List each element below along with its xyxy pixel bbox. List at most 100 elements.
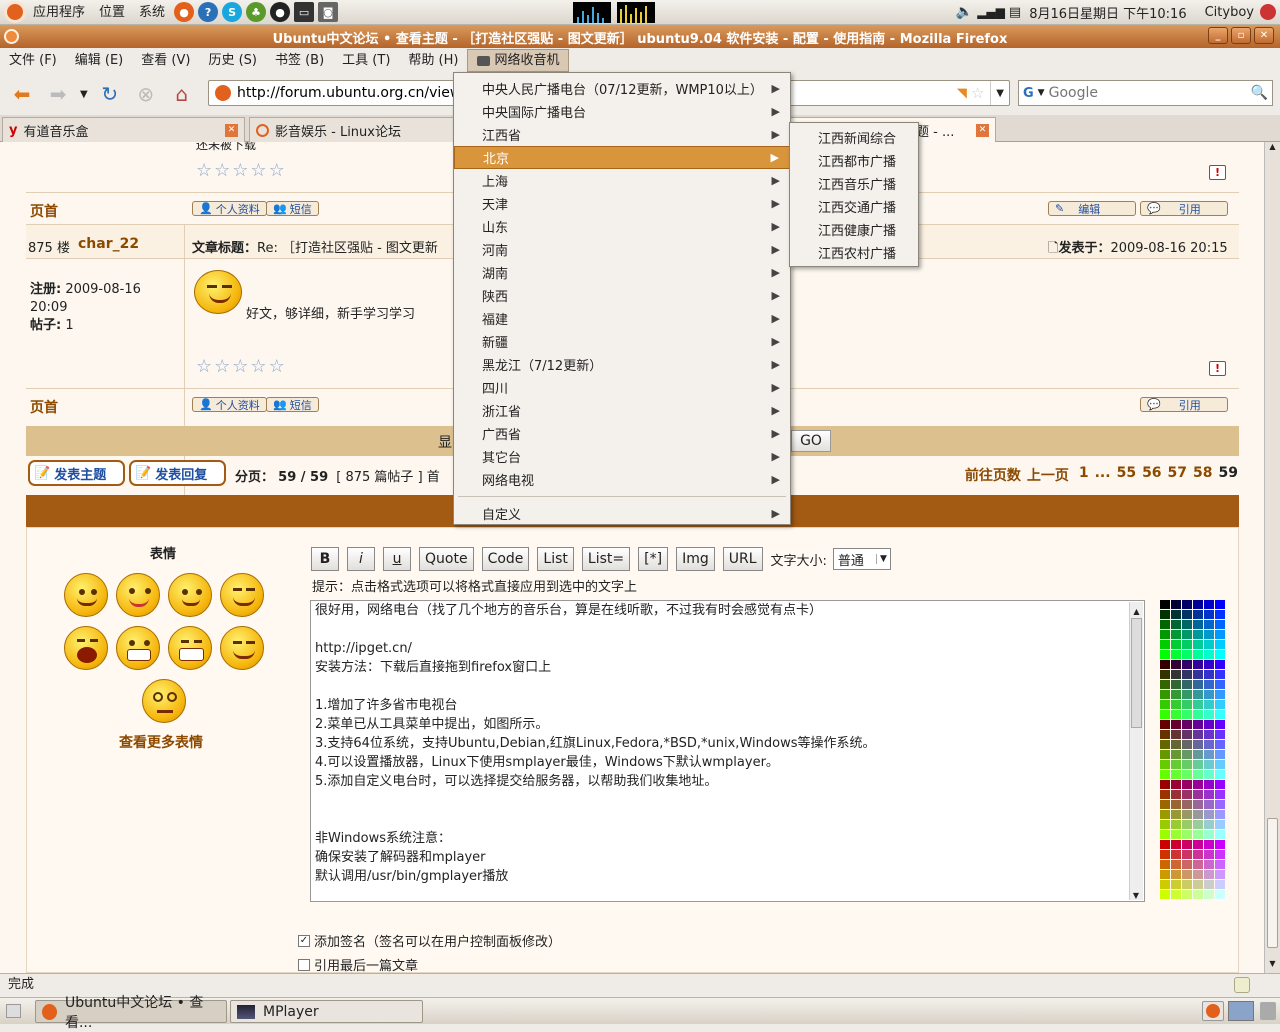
color-swatch[interactable] bbox=[1160, 660, 1170, 669]
radio-menu-item[interactable]: 湖南 ▶ bbox=[454, 261, 790, 284]
color-swatch[interactable] bbox=[1204, 650, 1214, 659]
color-swatch[interactable] bbox=[1171, 600, 1181, 609]
submenu-station-item[interactable]: 江西音乐广播 bbox=[790, 172, 918, 195]
color-swatch[interactable] bbox=[1160, 800, 1170, 809]
color-swatch[interactable] bbox=[1160, 780, 1170, 789]
report-icon[interactable]: ! bbox=[1209, 165, 1226, 180]
panel-menu-system[interactable]: 系统 bbox=[132, 0, 172, 25]
radio-menu-item[interactable]: 福建 ▶ bbox=[454, 307, 790, 330]
color-swatch[interactable] bbox=[1171, 710, 1181, 719]
color-swatch[interactable] bbox=[1160, 890, 1170, 899]
color-swatch[interactable] bbox=[1204, 720, 1214, 729]
skype-launcher-icon[interactable]: S bbox=[222, 2, 243, 22]
blush-smiley-icon[interactable] bbox=[168, 573, 212, 617]
color-swatch[interactable] bbox=[1193, 850, 1203, 859]
color-swatch[interactable] bbox=[1215, 830, 1225, 839]
color-swatch[interactable] bbox=[1182, 720, 1192, 729]
color-swatch[interactable] bbox=[1171, 630, 1181, 639]
quote-last-option[interactable]: 引用最后一篇文章 bbox=[298, 955, 418, 974]
color-swatch[interactable] bbox=[1160, 750, 1170, 759]
color-swatch[interactable] bbox=[1193, 750, 1203, 759]
color-swatch[interactable] bbox=[1182, 820, 1192, 829]
color-palette[interactable] bbox=[1160, 600, 1225, 899]
menu-file[interactable]: 文件 (F) bbox=[0, 48, 66, 73]
big-grin-smiley-icon[interactable] bbox=[168, 626, 212, 670]
color-swatch[interactable] bbox=[1215, 660, 1225, 669]
color-swatch[interactable] bbox=[1193, 720, 1203, 729]
color-swatch[interactable] bbox=[1160, 680, 1170, 689]
color-swatch[interactable] bbox=[1182, 700, 1192, 709]
color-swatch[interactable] bbox=[1182, 690, 1192, 699]
color-swatch[interactable] bbox=[1204, 680, 1214, 689]
pm-button[interactable]: 👥 短信 bbox=[266, 397, 319, 412]
color-swatch[interactable] bbox=[1193, 680, 1203, 689]
font-size-select[interactable]: 普通 ▼ bbox=[832, 548, 891, 570]
more-smilies-link[interactable]: 查看更多表情 bbox=[119, 732, 203, 752]
rss-feed-icon[interactable]: ◥ bbox=[957, 86, 967, 101]
reply-button[interactable]: 📝 发表回复 bbox=[129, 460, 226, 486]
color-swatch[interactable] bbox=[1182, 740, 1192, 749]
color-swatch[interactable] bbox=[1204, 600, 1214, 609]
minimize-button[interactable]: _ bbox=[1208, 27, 1228, 44]
menu-net-radio[interactable]: 网络收音机 bbox=[467, 49, 570, 72]
chuckle-smiley-icon[interactable] bbox=[220, 626, 264, 670]
color-swatch[interactable] bbox=[1182, 780, 1192, 789]
search-icon[interactable]: 🔍 bbox=[1251, 85, 1268, 101]
color-swatch[interactable] bbox=[1215, 840, 1225, 849]
tab-close-icon[interactable]: ✕ bbox=[976, 123, 989, 137]
shout-smiley-icon[interactable] bbox=[64, 626, 108, 670]
color-swatch[interactable] bbox=[1215, 770, 1225, 779]
submenu-station-item[interactable]: 江西健康广播 bbox=[790, 218, 918, 241]
radio-menu-item[interactable]: 网络电视 ▶ bbox=[454, 468, 790, 491]
color-swatch[interactable] bbox=[1160, 690, 1170, 699]
quote-button[interactable]: 💬 引用 bbox=[1140, 201, 1228, 216]
color-swatch[interactable] bbox=[1193, 600, 1203, 609]
color-swatch[interactable] bbox=[1193, 640, 1203, 649]
color-swatch[interactable] bbox=[1215, 850, 1225, 859]
color-swatch[interactable] bbox=[1193, 790, 1203, 799]
color-swatch[interactable] bbox=[1182, 880, 1192, 889]
tab-youdao-music[interactable]: y 有道音乐盒 ✕ bbox=[2, 117, 245, 142]
notes-icon[interactable]: ▤ bbox=[1009, 5, 1021, 20]
screenshot-launcher-icon[interactable]: ◙ bbox=[318, 2, 339, 22]
color-swatch[interactable] bbox=[1193, 690, 1203, 699]
color-swatch[interactable] bbox=[1215, 860, 1225, 869]
color-swatch[interactable] bbox=[1215, 710, 1225, 719]
qq-launcher-icon[interactable]: ● bbox=[270, 2, 291, 22]
color-swatch[interactable] bbox=[1160, 620, 1170, 629]
search-bar[interactable]: G ▼ 🔍 bbox=[1018, 80, 1273, 106]
rating-stars[interactable]: ☆ ☆ ☆ ☆ ☆ bbox=[196, 356, 287, 377]
color-swatch[interactable] bbox=[1215, 650, 1225, 659]
color-swatch[interactable] bbox=[1215, 670, 1225, 679]
menu-view[interactable]: 查看 (V) bbox=[132, 48, 199, 73]
radio-menu-item[interactable]: 广西省 ▶ bbox=[454, 422, 790, 445]
quote-button[interactable]: 💬 引用 bbox=[1140, 397, 1228, 412]
color-swatch[interactable] bbox=[1182, 640, 1192, 649]
color-swatch[interactable] bbox=[1193, 670, 1203, 679]
color-swatch[interactable] bbox=[1204, 630, 1214, 639]
color-swatch[interactable] bbox=[1193, 740, 1203, 749]
network-signal-icon[interactable]: ▂▄▆ bbox=[977, 5, 1005, 19]
submenu-station-item[interactable]: 江西农村广播 bbox=[790, 241, 918, 264]
color-swatch[interactable] bbox=[1171, 690, 1181, 699]
go-button[interactable]: GO bbox=[791, 430, 831, 452]
color-swatch[interactable] bbox=[1204, 670, 1214, 679]
color-swatch[interactable] bbox=[1171, 670, 1181, 679]
list-item-button[interactable]: [*] bbox=[638, 547, 669, 571]
giggle-smiley-icon[interactable] bbox=[220, 573, 264, 617]
radio-menu-item[interactable]: 山东 ▶ bbox=[454, 215, 790, 238]
color-swatch[interactable] bbox=[1182, 630, 1192, 639]
color-swatch[interactable] bbox=[1193, 620, 1203, 629]
color-swatch[interactable] bbox=[1182, 670, 1192, 679]
radio-menu-item-custom[interactable]: 自定义 ▶ bbox=[454, 502, 790, 525]
color-swatch[interactable] bbox=[1215, 740, 1225, 749]
color-swatch[interactable] bbox=[1171, 830, 1181, 839]
color-swatch[interactable] bbox=[1193, 630, 1203, 639]
page-link[interactable]: 58 bbox=[1193, 465, 1212, 485]
profile-button[interactable]: 👤 个人资料 bbox=[192, 201, 267, 216]
color-swatch[interactable] bbox=[1204, 700, 1214, 709]
back-button[interactable]: ⬅ bbox=[7, 79, 37, 109]
color-swatch[interactable] bbox=[1215, 870, 1225, 879]
color-swatch[interactable] bbox=[1204, 890, 1214, 899]
panel-user[interactable]: Cityboy bbox=[1205, 5, 1254, 20]
